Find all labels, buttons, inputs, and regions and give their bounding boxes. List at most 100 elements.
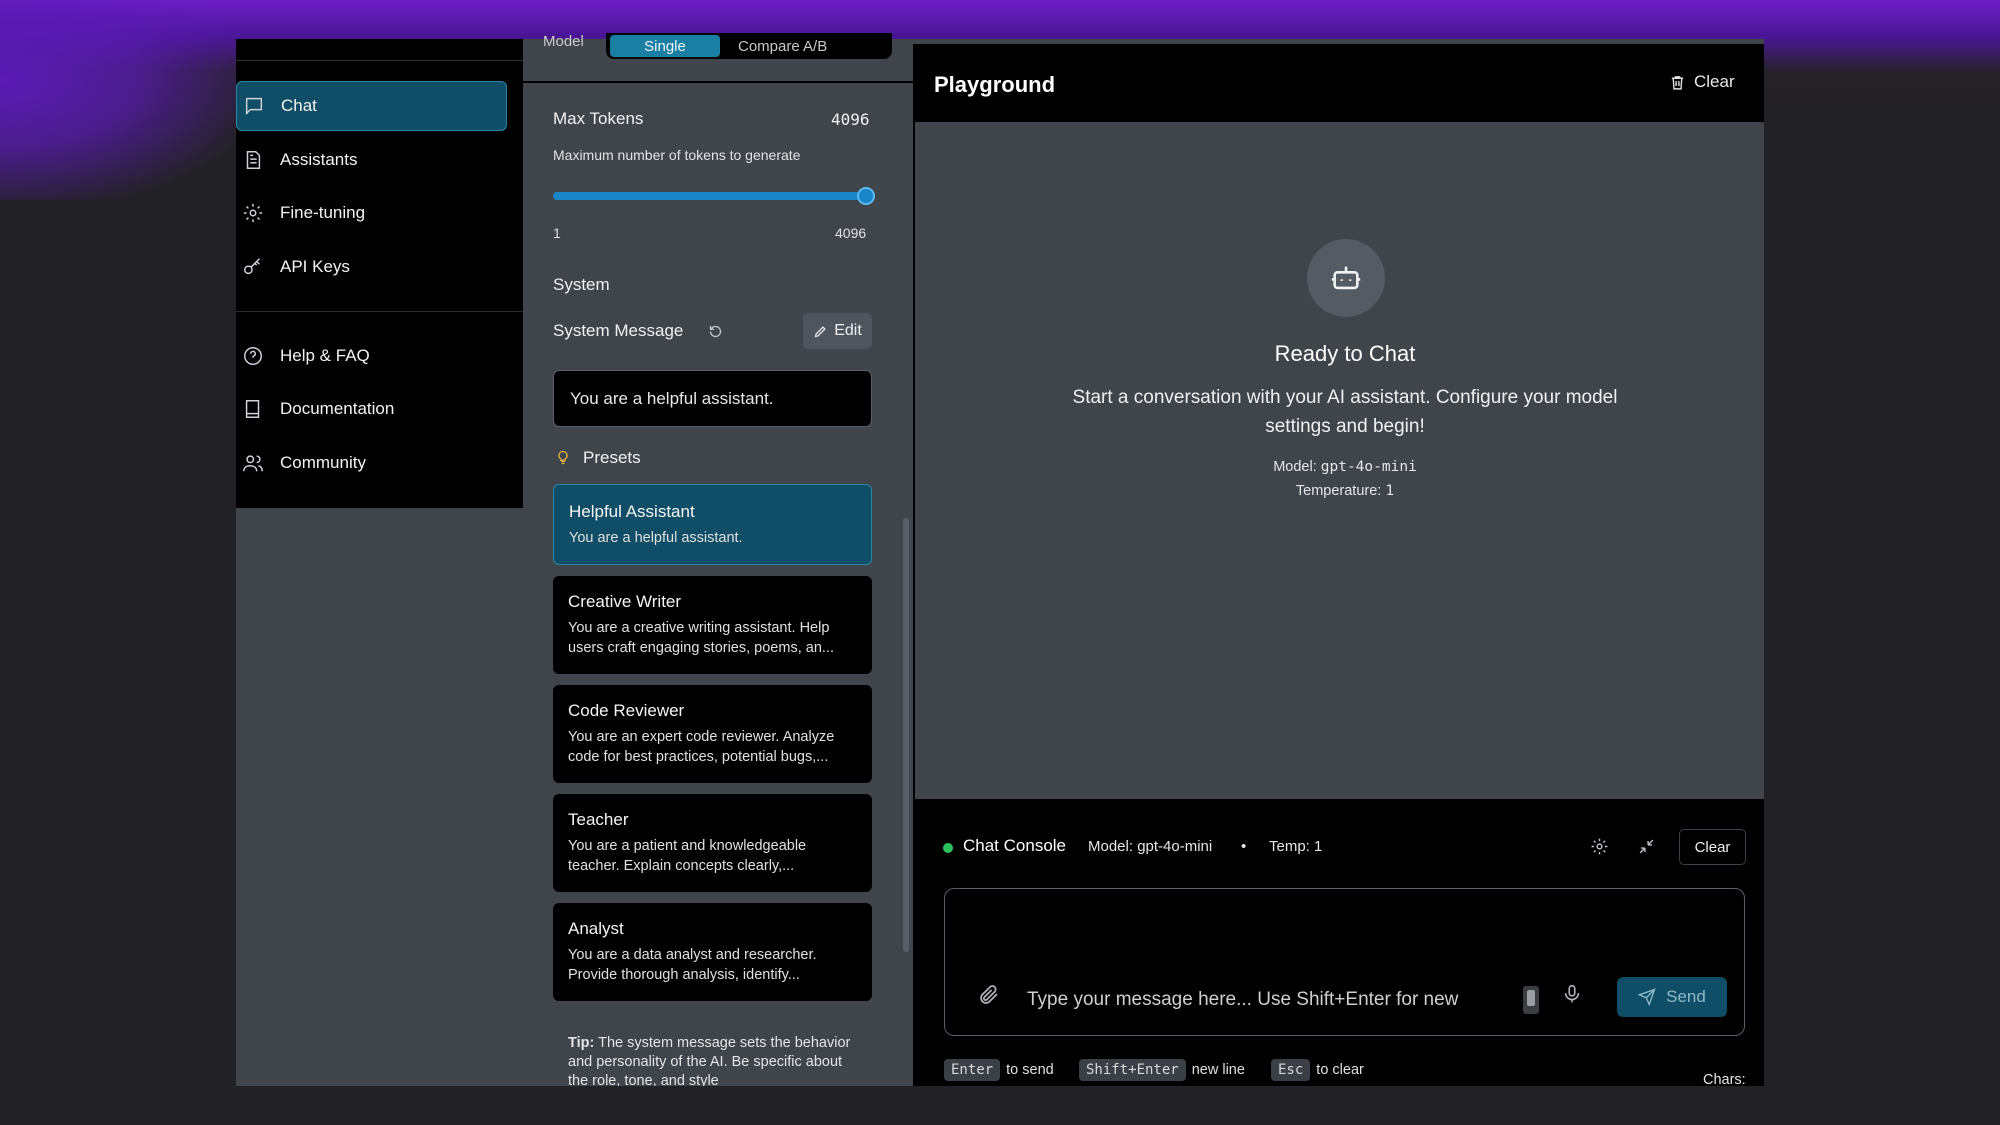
sidebar-item-label: Fine-tuning <box>280 203 366 222</box>
sidebar-item-api-keys[interactable]: API Keys <box>236 242 507 292</box>
model-info-value: gpt-4o-mini <box>1320 459 1417 475</box>
lightbulb-icon <box>558 450 568 465</box>
tip-text: Tip: The system message sets the behavio… <box>568 1034 858 1086</box>
preset-title: Analyst <box>568 919 624 938</box>
sidebar-item-help[interactable]: Help & FAQ <box>236 331 507 381</box>
sidebar-divider <box>236 311 523 312</box>
temperature-info-value: 1 <box>1385 483 1395 499</box>
temperature-info-label: Temperature: <box>1295 483 1382 499</box>
temperature-info: Temperature: 1 <box>1060 483 1630 499</box>
max-tokens-label: Max Tokens <box>553 109 644 128</box>
slider-max-label: 4096 <box>835 225 867 241</box>
scroll-thumb <box>1527 990 1535 1006</box>
bot-icon <box>1331 266 1361 290</box>
preset-title: Helpful Assistant <box>569 502 695 521</box>
sidebar-item-label: Documentation <box>280 399 395 418</box>
document-icon <box>246 151 261 169</box>
message-input[interactable] <box>1027 985 1507 1015</box>
preset-description: You are a data analyst and researcher. P… <box>568 947 817 983</box>
hint-text: new line <box>1191 1062 1245 1078</box>
system-heading: System <box>553 275 610 294</box>
send-icon <box>1638 988 1656 1006</box>
chat-console: Chat Console Model: gpt-4o-mini • Temp: … <box>914 799 1764 1088</box>
shortcut-hint-enter: Enter to send <box>944 1059 1054 1081</box>
console-title: Chat Console <box>963 836 1067 855</box>
sidebar-item-fine-tuning[interactable]: Fine-tuning <box>236 188 507 238</box>
max-tokens-slider[interactable] <box>553 187 875 205</box>
sidebar-item-label: Help & FAQ <box>280 346 370 365</box>
edit-label: Edit <box>834 322 862 339</box>
empty-state-description: Start a conversation with your AI assist… <box>1072 387 1618 437</box>
shortcut-hint-shift-enter: Shift+Enter new line <box>1079 1059 1245 1081</box>
max-tokens-value: 4096 <box>831 110 870 129</box>
playground-header: Playground Clear <box>914 44 1764 122</box>
presets-heading: Presets <box>583 448 641 467</box>
mode-single-tab[interactable]: Single <box>610 35 720 57</box>
settings-gear-icon[interactable] <box>1590 837 1609 856</box>
sidebar-divider <box>236 60 523 61</box>
clear-label: Clear <box>1694 72 1735 91</box>
slider-fill <box>553 192 871 200</box>
send-button[interactable]: Send <box>1617 977 1727 1017</box>
kbd-key: Enter <box>944 1059 1001 1081</box>
sidebar-item-chat[interactable]: Chat <box>236 81 507 131</box>
console-temp: Temp: 1 <box>1269 838 1323 855</box>
sidebar: Chat Assistants Fine-tuning API Keys Hel… <box>236 39 523 508</box>
clear-chat-button[interactable]: Clear <box>1669 72 1764 92</box>
users-icon <box>243 455 263 472</box>
hint-text: to clear <box>1316 1062 1364 1078</box>
model-info: Model: gpt-4o-mini <box>1060 459 1630 475</box>
system-message-field[interactable]: You are a helpful assistant. <box>553 370 872 427</box>
hint-text: to send <box>1006 1062 1054 1078</box>
edit-system-button[interactable]: Edit <box>803 313 872 349</box>
trash-icon <box>1671 75 1684 90</box>
preset-helpful-assistant[interactable]: Helpful Assistant You are a helpful assi… <box>553 484 872 565</box>
max-tokens-description: Maximum number of tokens to generate <box>553 147 801 163</box>
sidebar-item-assistants[interactable]: Assistants <box>236 135 507 185</box>
slider-min-label: 1 <box>553 225 561 241</box>
preset-title: Code Reviewer <box>568 701 685 720</box>
sidebar-item-label: Chat <box>281 96 317 115</box>
preset-teacher[interactable]: Teacher You are a patient and knowledgea… <box>553 794 872 892</box>
empty-state-title: Ready to Chat <box>1274 341 1416 366</box>
book-icon <box>245 400 260 418</box>
paperclip-icon[interactable] <box>977 983 1001 1007</box>
status-dot <box>943 843 953 853</box>
kbd-key: Esc <box>1271 1059 1311 1081</box>
message-composer: Send <box>944 888 1745 1036</box>
microphone-icon[interactable] <box>1561 982 1583 1006</box>
sidebar-item-documentation[interactable]: Documentation <box>236 384 507 434</box>
send-label: Send <box>1666 987 1706 1006</box>
scroll-handle[interactable] <box>1523 986 1539 1014</box>
system-message-label: System Message <box>553 321 684 340</box>
console-model: Model: gpt-4o-mini <box>1088 838 1213 855</box>
preset-description: You are a creative writing assistant. He… <box>568 620 834 656</box>
mode-switch: Single Compare A/B <box>606 33 892 59</box>
tip-label: Tip: <box>568 1035 595 1051</box>
preset-title: Teacher <box>568 810 629 829</box>
page-title: Playground <box>934 72 1056 97</box>
sidebar-item-label: Assistants <box>280 150 358 169</box>
settings-scrollbar[interactable] <box>903 518 909 952</box>
console-separator: • <box>1241 838 1247 855</box>
help-circle-icon <box>244 347 262 365</box>
mode-label: Model <box>543 33 584 50</box>
gear-icon <box>243 203 263 223</box>
preset-code-reviewer[interactable]: Code Reviewer You are an expert code rev… <box>553 685 872 783</box>
sidebar-item-label: API Keys <box>280 257 350 276</box>
preset-description: You are a helpful assistant. <box>569 530 743 546</box>
model-info-label: Model: <box>1273 459 1317 475</box>
preset-analyst[interactable]: Analyst You are a data analyst and resea… <box>553 903 872 1001</box>
preset-creative-writer[interactable]: Creative Writer You are a creative writi… <box>553 576 872 674</box>
reset-icon[interactable] <box>708 324 723 339</box>
console-clear-button[interactable]: Clear <box>1679 829 1746 865</box>
bot-avatar <box>1307 239 1385 317</box>
mode-compare-tab[interactable]: Compare A/B <box>724 35 827 57</box>
shortcut-hint-esc: Esc to clear <box>1271 1059 1364 1081</box>
key-icon <box>244 258 260 275</box>
preset-title: Creative Writer <box>568 592 682 611</box>
slider-thumb[interactable] <box>857 187 875 205</box>
sidebar-item-community[interactable]: Community <box>236 438 507 488</box>
minimize-icon[interactable] <box>1637 837 1656 856</box>
preset-description: You are a patient and knowledgeable teac… <box>568 838 807 874</box>
